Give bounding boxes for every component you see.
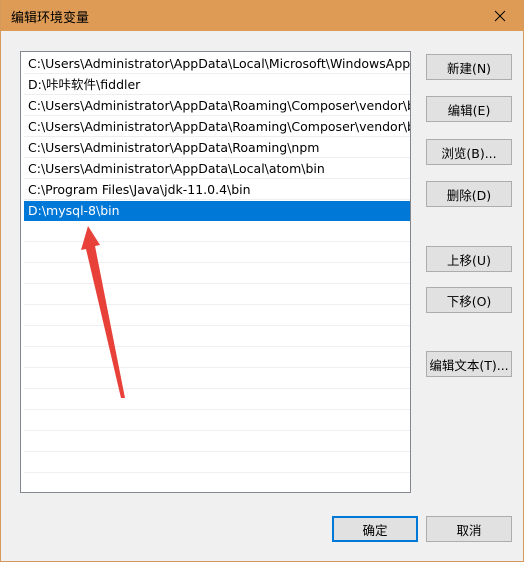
close-icon	[494, 10, 506, 21]
window-title: 编辑环境变量	[11, 11, 90, 26]
empty-list-row[interactable]	[24, 264, 410, 284]
cancel-button[interactable]: 取消	[426, 516, 512, 542]
empty-list-row[interactable]	[24, 411, 410, 431]
empty-list-row[interactable]	[24, 285, 410, 305]
list-item[interactable]: C:\Users\Administrator\AppData\Roaming\n…	[24, 138, 410, 158]
list-item[interactable]: C:\Users\Administrator\AppData\Roaming\C…	[24, 117, 410, 137]
move-up-button[interactable]: 上移(U)	[426, 246, 512, 272]
empty-list-row[interactable]	[24, 432, 410, 452]
edit-env-variable-dialog: 编辑环境变量 C:\Users\Administrator\AppData\Lo…	[0, 0, 524, 562]
empty-list-row[interactable]	[24, 222, 410, 242]
empty-list-row[interactable]	[24, 327, 410, 347]
empty-list-row[interactable]	[24, 369, 410, 389]
list-item[interactable]: D:\咔咔软件\fiddler	[24, 75, 410, 95]
edit-text-button[interactable]: 编辑文本(T)...	[426, 351, 512, 377]
list-item[interactable]: C:\Users\Administrator\AppData\Local\ato…	[24, 159, 410, 179]
ok-button[interactable]: 确定	[332, 516, 418, 542]
list-item[interactable]: C:\Users\Administrator\AppData\Local\Mic…	[24, 54, 410, 74]
delete-button[interactable]: 删除(D)	[426, 181, 512, 207]
edit-button[interactable]: 编辑(E)	[426, 96, 512, 122]
empty-list-row[interactable]	[24, 390, 410, 410]
title-bar[interactable]: 编辑环境变量	[1, 0, 523, 31]
new-button[interactable]: 新建(N)	[426, 54, 512, 80]
empty-list-row[interactable]	[24, 474, 410, 492]
empty-list-row[interactable]	[24, 306, 410, 326]
empty-list-row[interactable]	[24, 243, 410, 263]
empty-list-row[interactable]	[24, 453, 410, 473]
move-down-button[interactable]: 下移(O)	[426, 287, 512, 313]
browse-button[interactable]: 浏览(B)...	[426, 139, 512, 165]
empty-list-row[interactable]	[24, 348, 410, 368]
list-item[interactable]: C:\Users\Administrator\AppData\Roaming\C…	[24, 96, 410, 116]
close-button[interactable]	[477, 0, 523, 31]
list-item[interactable]: D:\mysql-8\bin	[24, 201, 410, 221]
path-list[interactable]: C:\Users\Administrator\AppData\Local\Mic…	[20, 51, 411, 493]
list-item[interactable]: C:\Program Files\Java\jdk-11.0.4\bin	[24, 180, 410, 200]
